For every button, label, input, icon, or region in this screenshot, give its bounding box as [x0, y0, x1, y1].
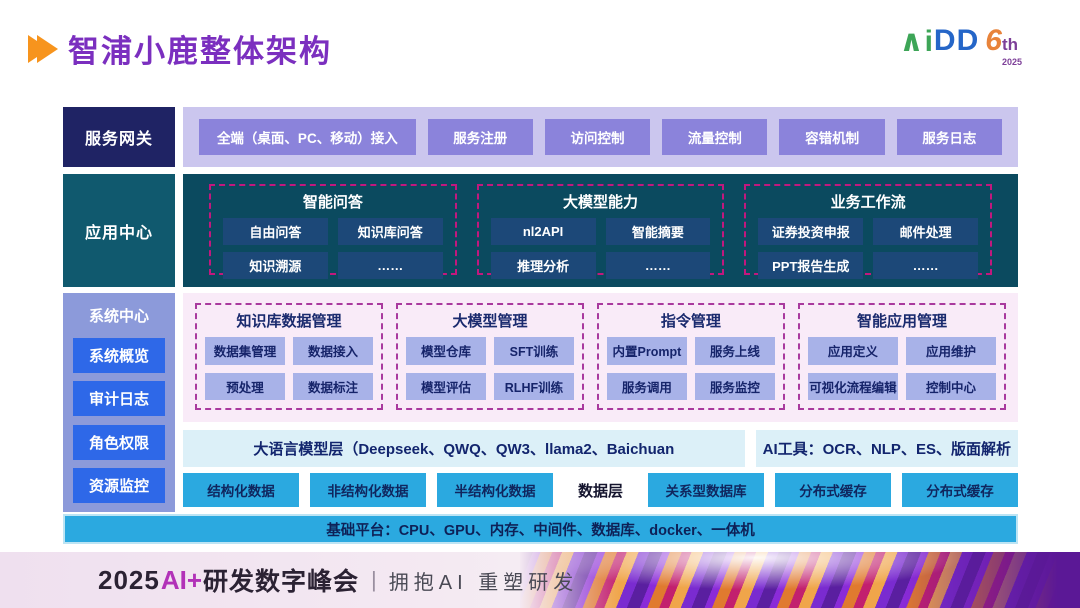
app-group-llm-capability: 大模型能力 nl2API 智能摘要 推理分析 …… [477, 184, 725, 275]
sys-item[interactable]: 数据集管理 [205, 337, 285, 365]
sys-item[interactable]: 可视化流程编辑 [808, 373, 898, 401]
footer-year: 2025 [98, 565, 160, 596]
data-item-relational-db[interactable]: 关系型数据库 [648, 473, 764, 507]
sys-item[interactable]: 模型仓库 [406, 337, 486, 365]
double-arrow-icon [28, 35, 58, 63]
app-item-more[interactable]: …… [873, 252, 978, 279]
data-layer-row: 结构化数据 非结构化数据 半结构化数据 数据层 关系型数据库 分布式缓存 分布式… [183, 473, 1018, 507]
footer-highlight: AI+ [161, 565, 202, 596]
footer-title: 研发数字峰会 [203, 562, 359, 598]
sys-group-instruction-mgmt: 指令管理 内置Prompt 服务上线 服务调用 服务监控 [597, 303, 785, 410]
app-center-label: 应用中心 [63, 174, 175, 287]
app-group-items: 证券投资申报 邮件处理 PPT报告生成 …… [758, 218, 978, 279]
app-group-title: 智能问答 [223, 191, 443, 212]
data-item-distributed-cache-1[interactable]: 分布式缓存 [775, 473, 891, 507]
gateway-button-access-control[interactable]: 访问控制 [545, 119, 650, 155]
sys-group-items: 应用定义 应用维护 可视化流程编辑 控制中心 [808, 337, 996, 400]
app-group-items: nl2API 智能摘要 推理分析 …… [491, 218, 711, 279]
sys-item[interactable]: 内置Prompt [607, 337, 687, 365]
sys-item[interactable]: 数据标注 [293, 373, 373, 401]
data-item-unstructured[interactable]: 非结构化数据 [310, 473, 426, 507]
app-item[interactable]: 知识库问答 [338, 218, 443, 245]
footer-decorative-image [520, 552, 1080, 608]
sys-group-title: 指令管理 [607, 310, 775, 331]
platform-layer-bar: 基础平台：CPU、GPU、内存、中间件、数据库、docker、一体机 [63, 514, 1018, 544]
sys-group-app-mgmt: 智能应用管理 应用定义 应用维护 可视化流程编辑 控制中心 [798, 303, 1006, 410]
gateway-label: 服务网关 [63, 107, 175, 167]
header: 智浦小鹿整体架构 [28, 26, 332, 71]
app-item-more[interactable]: …… [606, 252, 711, 279]
data-item-distributed-cache-2[interactable]: 分布式缓存 [902, 473, 1018, 507]
sidebar-item-resource-monitor[interactable]: 资源监控 [73, 468, 165, 503]
sys-group-title: 大模型管理 [406, 310, 574, 331]
data-layer-label: 数据层 [578, 480, 623, 501]
app-item[interactable]: 邮件处理 [873, 218, 978, 245]
sys-item[interactable]: 应用定义 [808, 337, 898, 365]
sys-group-title: 知识库数据管理 [205, 310, 373, 331]
app-group-title: 大模型能力 [491, 191, 711, 212]
sys-group-model-mgmt: 大模型管理 模型仓库 SFT训练 模型评估 RLHF训练 [396, 303, 584, 410]
app-item[interactable]: PPT报告生成 [758, 252, 863, 279]
sys-item[interactable]: SFT训练 [494, 337, 574, 365]
gateway-panel: 全端（桌面、PC、移动）接入 服务注册 访问控制 流量控制 容错机制 服务日志 [183, 107, 1018, 167]
system-center-sidebar: 系统中心 系统概览 审计日志 角色权限 资源监控 [63, 293, 175, 512]
sys-item[interactable]: 服务监控 [695, 373, 775, 401]
gateway-button-access[interactable]: 全端（桌面、PC、移动）接入 [199, 119, 416, 155]
model-layer-row: 大语言模型层（Deepseek、QWQ、QW3、llama2、Baichuan … [183, 430, 1018, 467]
footer-text: 2025AI+研发数字峰会 | 拥抱AI 重塑研发 [98, 552, 578, 608]
sys-item[interactable]: 模型评估 [406, 373, 486, 401]
sys-item[interactable]: RLHF训练 [494, 373, 574, 401]
page-title: 智浦小鹿整体架构 [68, 26, 332, 71]
system-center-label: 系统中心 [73, 302, 165, 329]
logo-dd: DD [934, 24, 979, 58]
sys-item[interactable]: 数据接入 [293, 337, 373, 365]
footer-slogan: 拥抱AI 重塑研发 [389, 566, 578, 595]
logo-edition-suffix: th [1002, 35, 1018, 54]
app-item[interactable]: 自由问答 [223, 218, 328, 245]
sys-item[interactable]: 服务调用 [607, 373, 687, 401]
footer-divider: | [371, 567, 377, 593]
sidebar-item-role-permission[interactable]: 角色权限 [73, 425, 165, 460]
sys-group-title: 智能应用管理 [808, 310, 996, 331]
gateway-button-fault[interactable]: 容错机制 [779, 119, 884, 155]
logo-edition: 6th 2025 [985, 24, 1018, 58]
sys-group-items: 内置Prompt 服务上线 服务调用 服务监控 [607, 337, 775, 400]
logo-edition-number: 6 [985, 24, 1002, 57]
app-item[interactable]: 知识溯源 [223, 252, 328, 279]
app-item[interactable]: 证券投资申报 [758, 218, 863, 245]
logo-ai: ∧i [899, 24, 934, 59]
app-item[interactable]: 智能摘要 [606, 218, 711, 245]
slide: 智浦小鹿整体架构 ∧iDD 6th 2025 服务网关 全端（桌面、PC、移动）… [0, 0, 1080, 608]
footer: 2025AI+研发数字峰会 | 拥抱AI 重塑研发 [0, 552, 1080, 608]
aidd-logo: ∧iDD 6th 2025 [899, 24, 1018, 59]
logo-year: 2025 [1002, 57, 1022, 67]
sys-group-items: 数据集管理 数据接入 预处理 数据标注 [205, 337, 373, 400]
sidebar-item-system-overview[interactable]: 系统概览 [73, 338, 165, 373]
gateway-button-traffic[interactable]: 流量控制 [662, 119, 767, 155]
llm-layer-box: 大语言模型层（Deepseek、QWQ、QW3、llama2、Baichuan [183, 430, 745, 467]
gateway-button-log[interactable]: 服务日志 [897, 119, 1002, 155]
app-item-more[interactable]: …… [338, 252, 443, 279]
sys-group-knowledge-data: 知识库数据管理 数据集管理 数据接入 预处理 数据标注 [195, 303, 383, 410]
sys-item[interactable]: 预处理 [205, 373, 285, 401]
sys-item[interactable]: 应用维护 [906, 337, 996, 365]
app-group-items: 自由问答 知识库问答 知识溯源 …… [223, 218, 443, 279]
app-item[interactable]: 推理分析 [491, 252, 596, 279]
app-group-qa: 智能问答 自由问答 知识库问答 知识溯源 …… [209, 184, 457, 275]
gateway-button-register[interactable]: 服务注册 [428, 119, 533, 155]
data-item-semistructured[interactable]: 半结构化数据 [437, 473, 553, 507]
system-center-panel: 知识库数据管理 数据集管理 数据接入 预处理 数据标注 大模型管理 模型仓库 S… [183, 293, 1018, 422]
sys-group-items: 模型仓库 SFT训练 模型评估 RLHF训练 [406, 337, 574, 400]
app-group-workflow: 业务工作流 证券投资申报 邮件处理 PPT报告生成 …… [744, 184, 992, 275]
ai-tools-box: AI工具：OCR、NLP、ES、版面解析 [756, 430, 1018, 467]
sidebar-item-audit-log[interactable]: 审计日志 [73, 381, 165, 416]
app-group-title: 业务工作流 [758, 191, 978, 212]
app-center-panel: 智能问答 自由问答 知识库问答 知识溯源 …… 大模型能力 nl2API 智能摘… [183, 174, 1018, 287]
data-item-structured[interactable]: 结构化数据 [183, 473, 299, 507]
sys-item[interactable]: 控制中心 [906, 373, 996, 401]
sys-item[interactable]: 服务上线 [695, 337, 775, 365]
app-item[interactable]: nl2API [491, 218, 596, 245]
